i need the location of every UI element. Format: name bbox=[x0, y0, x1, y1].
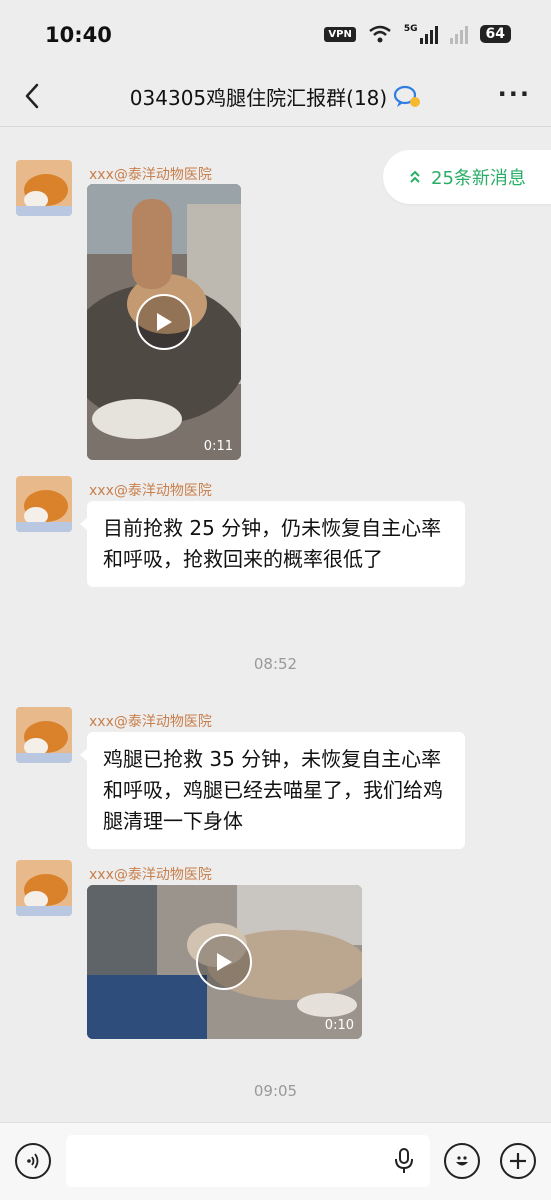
text-message[interactable]: 鸡腿已抢救 35 分钟，未恢复自主心率和呼吸，鸡腿已经去喵星了，我们给鸡腿清理一… bbox=[80, 732, 465, 849]
status-bar: 10:40 VPN 5G 64 bbox=[0, 0, 551, 70]
chat-title: 034305鸡腿住院汇报群(18) bbox=[129, 85, 388, 110]
avatar[interactable] bbox=[16, 860, 72, 916]
avatar[interactable] bbox=[16, 476, 72, 532]
double-chevron-up-icon bbox=[410, 170, 420, 183]
video-message[interactable]: 0:10 bbox=[87, 885, 362, 1039]
sender-name: xxx@泰洋动物医院 bbox=[89, 714, 212, 730]
microphone-icon[interactable] bbox=[393, 1147, 415, 1179]
sender-name: xxx@泰洋动物医院 bbox=[89, 167, 212, 183]
new-messages-button[interactable]: 25条新消息 bbox=[383, 150, 551, 204]
sender-name: xxx@泰洋动物医院 bbox=[89, 483, 212, 499]
add-attachment-button[interactable] bbox=[500, 1143, 536, 1179]
play-icon[interactable] bbox=[136, 294, 192, 350]
text-message[interactable]: 目前抢救 25 分钟，仍未恢复自主心率和呼吸，抢救回来的概率很低了 bbox=[80, 501, 465, 587]
avatar[interactable] bbox=[16, 160, 72, 216]
battery-indicator: 64 bbox=[479, 25, 511, 43]
plus-icon bbox=[510, 1153, 526, 1169]
message-input[interactable] bbox=[66, 1135, 430, 1187]
video-duration: 0:11 bbox=[203, 439, 233, 454]
vpn-badge: VPN bbox=[324, 26, 356, 42]
voice-wave-icon bbox=[27, 1153, 39, 1169]
wifi-icon bbox=[369, 25, 391, 43]
play-icon[interactable] bbox=[196, 934, 252, 990]
chevron-left-icon bbox=[25, 83, 39, 109]
status-icons: VPN 5G 64 bbox=[324, 24, 511, 44]
more-options-button[interactable]: ··· bbox=[498, 80, 531, 108]
timestamp: 08:52 bbox=[253, 655, 298, 673]
input-bar bbox=[0, 1122, 551, 1200]
sender-name: xxx@泰洋动物医院 bbox=[89, 867, 212, 883]
avatar[interactable] bbox=[16, 707, 72, 763]
voice-mode-button[interactable] bbox=[15, 1143, 51, 1179]
new-messages-label: 25条新消息 bbox=[431, 168, 526, 189]
back-button[interactable] bbox=[16, 78, 48, 114]
emoji-button[interactable] bbox=[444, 1143, 480, 1179]
smiley-icon bbox=[456, 1156, 468, 1166]
timestamp: 09:05 bbox=[253, 1082, 298, 1100]
signal-secondary-icon bbox=[449, 24, 468, 44]
header-divider bbox=[0, 126, 551, 127]
video-duration: 0:10 bbox=[324, 1018, 354, 1033]
chat-header: 034305鸡腿住院汇报群(18) ··· bbox=[0, 70, 551, 122]
signal-5g-icon: 5G bbox=[404, 24, 438, 44]
chat-title-group: 034305鸡腿住院汇报群(18) bbox=[130, 82, 421, 111]
network-type-label: 5G bbox=[403, 24, 418, 34]
video-message[interactable]: 0:11 bbox=[87, 184, 241, 460]
group-badge-icon bbox=[394, 85, 421, 107]
status-time: 10:40 bbox=[45, 23, 112, 47]
